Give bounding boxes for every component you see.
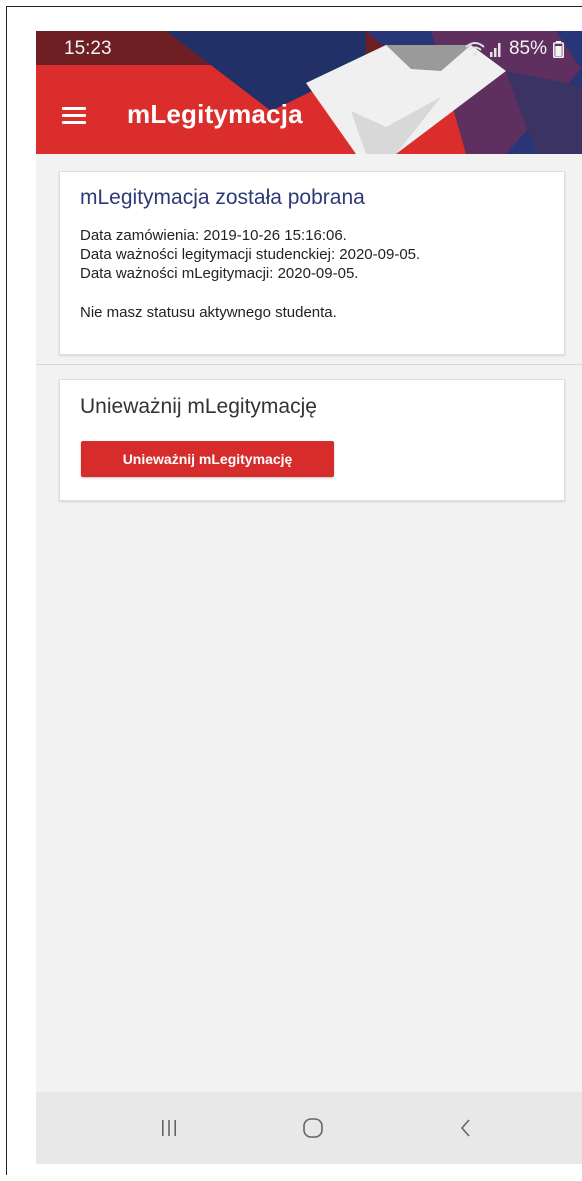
status-card-title: mLegitymacja została pobrana <box>80 186 365 209</box>
photo-border-top <box>6 6 582 7</box>
phone-screen: 15:23 85% mLegitymacja mLegitymacja zost… <box>36 31 582 1164</box>
revoke-card-title: Unieważnij mLegitymację <box>80 395 317 418</box>
revoke-button[interactable]: Unieważnij mLegitymację <box>81 441 334 477</box>
wifi-icon <box>465 42 485 56</box>
battery-icon <box>553 40 564 58</box>
order-date-line: Data zamówienia: 2019-10-26 15:16:06. <box>80 227 347 244</box>
student-status-line: Nie masz statusu aktywnego studenta. <box>80 304 337 321</box>
student-id-expiry-line: Data ważności legitymacji studenckiej: 2… <box>80 246 421 263</box>
app-title: mLegitymacja <box>127 99 303 129</box>
photo-border-left <box>6 6 7 1175</box>
battery-percent: 85% <box>508 38 547 59</box>
status-right-group: 85% <box>464 38 564 60</box>
home-icon[interactable] <box>283 1110 343 1146</box>
back-icon[interactable] <box>436 1110 496 1146</box>
app-header: 15:23 85% mLegitymacja <box>36 31 582 154</box>
recent-apps-icon[interactable] <box>139 1110 199 1146</box>
revoke-card: Unieważnij mLegitymację Unieważnij mLegi… <box>59 379 565 501</box>
download-status-card: mLegitymacja została pobrana Data zamówi… <box>59 171 565 355</box>
section-divider <box>36 364 582 365</box>
hamburger-menu-icon[interactable] <box>62 107 86 125</box>
signal-icon <box>489 43 501 57</box>
mlegitymacja-expiry-line: Data ważności mLegitymacji: 2020-09-05. <box>80 265 359 282</box>
status-icons <box>464 41 503 57</box>
system-nav-bar <box>36 1092 582 1164</box>
status-bar: 15:23 85% <box>36 31 582 65</box>
status-time: 15:23 <box>64 38 112 59</box>
